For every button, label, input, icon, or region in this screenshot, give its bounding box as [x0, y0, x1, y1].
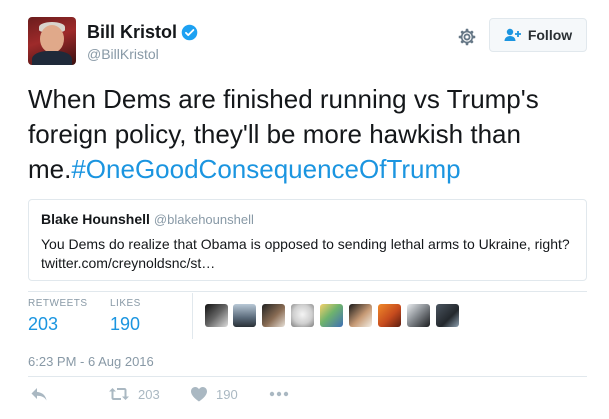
more-icon	[269, 391, 289, 397]
tweet-timestamp[interactable]: 6:23 PM - 6 Aug 2016	[28, 354, 154, 369]
actions-top-divider	[28, 376, 587, 377]
avatar-face	[40, 25, 64, 53]
author-handle[interactable]: @BillKristol	[87, 46, 159, 62]
quoted-tweet-card[interactable]: Blake Hounshell @blakehounshell You Dems …	[28, 199, 587, 281]
gear-icon[interactable]	[456, 26, 478, 48]
heart-icon	[191, 387, 207, 402]
retweet-action-count: 203	[138, 386, 160, 402]
retweets-label: RETWEETS	[28, 298, 88, 309]
reply-icon	[31, 388, 47, 401]
liker-avatar[interactable]	[233, 304, 256, 327]
quoted-author-name: Blake Hounshell	[41, 211, 150, 227]
like-action-count: 190	[216, 386, 238, 402]
more-button[interactable]	[268, 386, 290, 402]
likes-count: 190	[110, 314, 141, 334]
liker-avatar[interactable]	[349, 304, 372, 327]
verified-badge-icon	[181, 24, 198, 41]
reply-button[interactable]	[30, 386, 48, 402]
quoted-author-handle: @blakehounshell	[153, 212, 254, 227]
liker-avatar[interactable]	[262, 304, 285, 327]
likes-label: LIKES	[110, 298, 141, 309]
stats-vertical-divider	[192, 293, 193, 339]
liker-avatar[interactable]	[291, 304, 314, 327]
retweets-stat[interactable]: RETWEETS 203	[28, 298, 88, 335]
retweets-count: 203	[28, 314, 59, 334]
avatar-suit	[32, 51, 72, 65]
quoted-tweet-header: Blake Hounshell @blakehounshell	[41, 211, 254, 227]
follow-button[interactable]: Follow	[489, 18, 587, 52]
liker-avatar[interactable]	[205, 304, 228, 327]
author-avatar[interactable]	[28, 17, 76, 65]
author-name-row[interactable]: Bill Kristol	[87, 22, 198, 43]
liker-avatar[interactable]	[436, 304, 459, 327]
retweet-button[interactable]: 203	[108, 386, 160, 402]
tweet-hashtag-link[interactable]: #OneGoodConsequenceOfTrump	[71, 154, 460, 184]
add-user-icon	[504, 28, 521, 41]
retweet-icon	[109, 388, 129, 400]
likes-stat[interactable]: LIKES 190	[110, 298, 141, 335]
quoted-tweet-text: You Dems do realize that Obama is oppose…	[41, 236, 570, 271]
like-button[interactable]: 190	[190, 386, 238, 402]
liker-avatar[interactable]	[320, 304, 343, 327]
liker-avatar[interactable]	[378, 304, 401, 327]
tweet-text: When Dems are finished running vs Trump'…	[28, 82, 588, 187]
author-name[interactable]: Bill Kristol	[87, 22, 177, 43]
stats-top-divider	[28, 291, 587, 292]
follow-button-label: Follow	[527, 27, 573, 43]
liker-avatar[interactable]	[407, 304, 430, 327]
